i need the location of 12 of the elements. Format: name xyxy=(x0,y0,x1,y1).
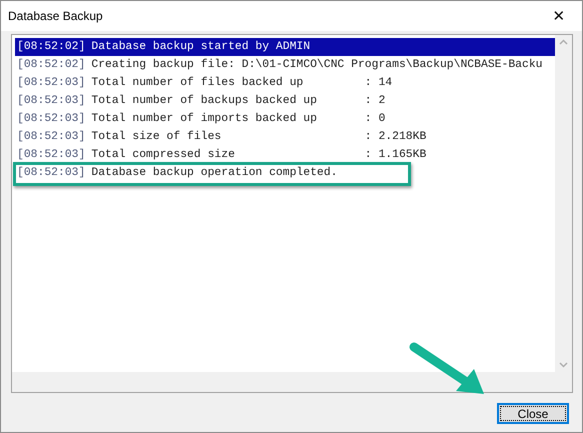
log-line[interactable]: [08:52:03] Total compressed size : 1.165KB xyxy=(15,146,555,164)
close-button[interactable]: ✕ xyxy=(536,1,582,31)
window-title: Database Backup xyxy=(8,9,103,23)
scroll-up-icon[interactable] xyxy=(559,39,568,45)
log-line[interactable]: [08:52:03] Total number of files backed up : 14 xyxy=(15,74,555,92)
log-line[interactable]: [08:52:03] Total size of files : 2.218KB xyxy=(15,128,555,146)
log-line[interactable]: [08:52:02] Creating backup file: D:\01-CIMCO\CNC Programs\Backup\NCBASE-Backu xyxy=(15,56,555,74)
close-button[interactable]: Close xyxy=(497,403,569,424)
log-line[interactable]: [08:52:03] Database backup operation completed. xyxy=(15,164,555,182)
scroll-down-icon[interactable] xyxy=(559,362,568,368)
log-line[interactable]: [08:52:03] Total number of backups backed up : 2 xyxy=(15,92,555,110)
log-line[interactable]: [08:52:03] Total number of imports backed up : 0 xyxy=(15,110,555,128)
